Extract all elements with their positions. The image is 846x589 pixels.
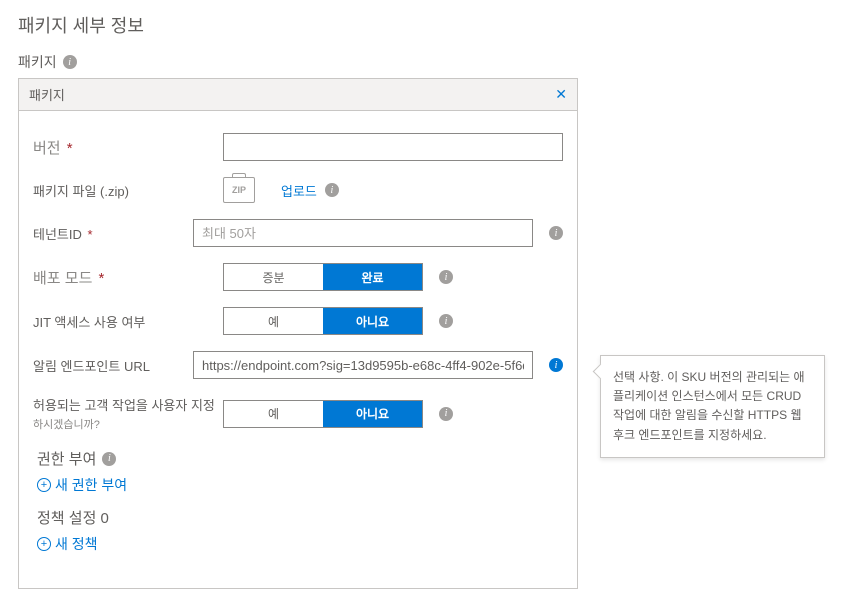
info-icon[interactable]: i [325,183,339,197]
plus-icon [37,537,51,551]
custom-actions-toggle: 예 아니요 [223,400,423,428]
add-policy-text: 새 정책 [55,534,98,554]
row-deploy-mode: 배포 모드 * 증분 완료 i [19,255,577,299]
row-tenant-id: 테넌트ID * i [19,211,577,255]
version-label: 버전 * [33,137,223,158]
authorization-title: 권한 부여 i [37,448,559,469]
required-marker: * [88,227,93,242]
authorization-title-text: 권한 부여 [37,448,96,469]
panel-header-title: 패키지 [29,85,65,104]
tenant-id-label: 테넌트ID * [33,224,193,243]
info-icon[interactable]: i [439,270,453,284]
version-label-text: 버전 [33,140,61,157]
deploy-mode-complete[interactable]: 완료 [323,264,422,290]
info-icon[interactable]: i [102,452,116,466]
custom-yes[interactable]: 예 [224,401,323,427]
deploy-mode-label-text: 배포 모드 [33,270,92,287]
panel-body: 버전 * 패키지 파일 (.zip) ZIP 업로드 i 테넌트ID * i [19,111,577,588]
required-marker: * [67,140,73,157]
deploy-mode-incremental[interactable]: 증분 [224,264,323,290]
panel-header: 패키지 ✕ [19,79,577,111]
info-icon[interactable]: i [549,226,563,240]
row-package-file: 패키지 파일 (.zip) ZIP 업로드 i [19,169,577,211]
jit-no[interactable]: 아니요 [323,308,422,334]
plus-icon [37,478,51,492]
jit-access-label: JIT 액세스 사용 여부 [33,312,223,331]
notification-url-input[interactable] [193,351,533,379]
jit-access-toggle: 예 아니요 [223,307,423,335]
page-title: 패키지 세부 정보 [0,0,846,44]
custom-actions-label: 허용되는 고객 작업을 사용자 지정 하시겠습니까? [33,395,223,432]
close-icon[interactable]: ✕ [555,86,567,103]
add-authorization-link[interactable]: 새 권한 부여 [37,475,559,495]
upload-link[interactable]: 업로드 [281,181,317,200]
tenant-id-input[interactable] [193,219,533,247]
section-label-text: 패키지 [18,52,57,72]
deploy-mode-toggle: 증분 완료 [223,263,423,291]
package-panel: 패키지 ✕ 버전 * 패키지 파일 (.zip) ZIP 업로드 i 테넌트ID… [18,78,578,589]
policy-title: 정책 설정 0 [37,507,559,528]
row-notification-url: 알림 엔드포인트 URL i [19,343,577,387]
notification-url-tooltip: 선택 사항. 이 SKU 버전의 관리되는 애플리케이션 인스턴스에서 모든 C… [600,355,825,458]
deploy-mode-label: 배포 모드 * [33,267,223,288]
tenant-id-label-text: 테넌트ID [33,227,82,242]
required-marker: * [99,270,105,287]
jit-yes[interactable]: 예 [224,308,323,334]
info-icon[interactable]: i [439,314,453,328]
row-jit-access: JIT 액세스 사용 여부 예 아니요 i [19,299,577,343]
add-authorization-text: 새 권한 부여 [55,475,127,495]
authorization-section: 권한 부여 i 새 권한 부여 정책 설정 0 새 정책 [19,440,577,574]
row-custom-actions: 허용되는 고객 작업을 사용자 지정 하시겠습니까? 예 아니요 i [19,387,577,440]
add-policy-link[interactable]: 새 정책 [37,534,559,554]
custom-actions-label-text: 허용되는 고객 작업을 사용자 지정 [33,398,215,413]
info-icon[interactable]: i [549,358,563,372]
row-version: 버전 * [19,125,577,169]
custom-actions-sublabel: 하시겠습니까? [33,416,223,432]
package-file-label: 패키지 파일 (.zip) [33,181,223,200]
info-icon[interactable]: i [439,407,453,421]
custom-no[interactable]: 아니요 [323,401,422,427]
notification-url-label: 알림 엔드포인트 URL [33,356,193,375]
version-input[interactable] [223,133,563,161]
info-icon[interactable]: i [63,55,77,69]
zip-icon: ZIP [223,177,255,203]
section-label: 패키지 i [0,44,846,78]
